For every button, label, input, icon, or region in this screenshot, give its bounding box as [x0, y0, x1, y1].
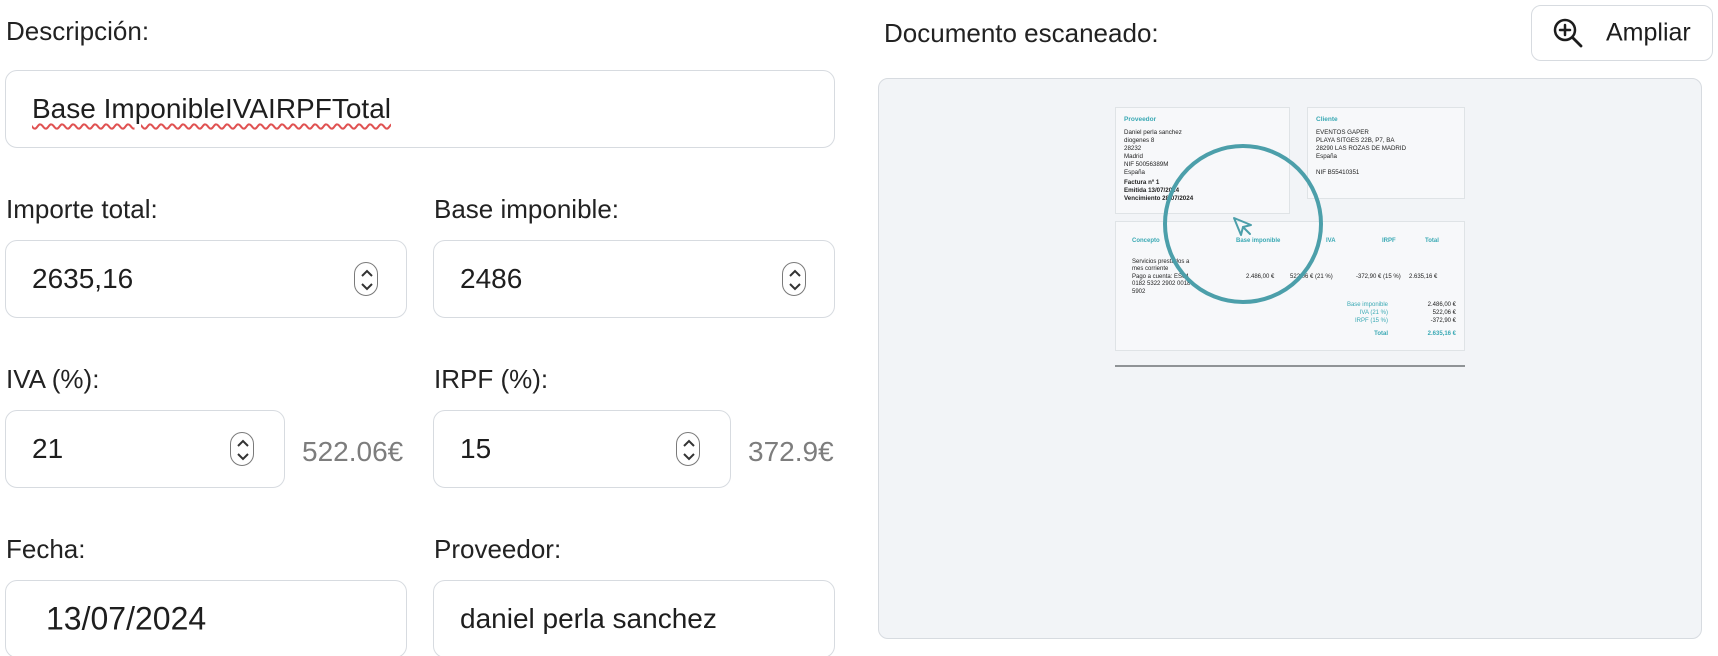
table-header: IVA: [1326, 238, 1336, 244]
iva-value: 21: [32, 433, 64, 464]
irpf-input[interactable]: 15: [433, 410, 731, 488]
proveedor-input[interactable]: daniel perla sanchez: [433, 580, 835, 656]
proveedor-line: NIF 50056389M: [1124, 161, 1169, 168]
zoom-in-icon: [1552, 17, 1584, 49]
mouse-cursor-icon: [1233, 217, 1252, 236]
base-imponible-stepper-icon[interactable]: [782, 262, 806, 296]
scan-title: Documento escaneado:: [884, 18, 1159, 48]
base-imponible-input[interactable]: 2486: [433, 240, 835, 318]
ampliar-label: Ampliar: [1606, 18, 1691, 47]
proveedor-line: 28232: [1124, 145, 1142, 152]
cliente-line: España: [1316, 153, 1337, 160]
summary-label: IRPF (15 %): [1354, 318, 1388, 324]
importe-total-value: 2635,16: [32, 263, 134, 294]
summary-label: Base imponible: [1346, 302, 1388, 308]
row-concept-line: 0182 5322 2902 0018: [1132, 281, 1191, 287]
cliente-heading: Cliente: [1316, 116, 1338, 123]
table-header: Concepto: [1132, 238, 1160, 244]
scanned-document-preview[interactable]: Proveedor Daniel perla sanchez diogenes …: [878, 78, 1702, 639]
proveedor-value: daniel perla sanchez: [460, 603, 717, 634]
table-header: IRPF: [1382, 238, 1396, 244]
summary-value: 2.486,00 €: [1427, 302, 1456, 308]
row-concept-line: 5902: [1132, 289, 1146, 295]
descripcion-input[interactable]: Base ImponibleIVAIRPFTotal: [5, 70, 835, 148]
proveedor-label: Proveedor:: [434, 534, 562, 564]
row-concept-line: mes corriente: [1132, 266, 1169, 272]
irpf-label: IRPF (%):: [434, 364, 549, 394]
irpf-amount: 372.9€: [748, 436, 834, 467]
cliente-line: 28290 LAS ROZAS DE MADRID: [1316, 145, 1407, 152]
irpf-value: 15: [460, 433, 492, 464]
summary-label: Total: [1374, 331, 1388, 337]
summary-value: 522,06 €: [1432, 310, 1456, 316]
row-total: 2.635,16 €: [1409, 274, 1438, 280]
ampliar-button[interactable]: Ampliar: [1531, 5, 1713, 61]
fecha-input[interactable]: 13/07/2024: [5, 580, 407, 656]
summary-value: -372,90 €: [1430, 318, 1456, 324]
cliente-box: Cliente EVENTOS GAPER PLAYA SITGES 22B, …: [1307, 107, 1465, 199]
cliente-line: PLAYA SITGES 22B, P7, BA: [1316, 137, 1395, 144]
proveedor-line: España: [1124, 169, 1145, 176]
importe-total-stepper-icon[interactable]: [354, 262, 378, 296]
fecha-value: 13/07/2024: [46, 600, 207, 637]
table-header: Total: [1425, 238, 1439, 244]
document-divider: [1115, 365, 1465, 367]
cliente-line: NIF B55410351: [1316, 169, 1360, 176]
iva-stepper-icon[interactable]: [230, 432, 254, 466]
row-irpf: -372,90 € (15 %): [1356, 274, 1401, 280]
descripcion-value: Base ImponibleIVAIRPFTotal: [32, 93, 391, 124]
iva-amount: 522.06€: [302, 436, 404, 467]
proveedor-line: diogenes 8: [1124, 137, 1155, 144]
summary-value: 2.635,16 €: [1427, 331, 1456, 337]
cliente-line: EVENTOS GAPER: [1316, 129, 1369, 136]
importe-total-input[interactable]: 2635,16: [5, 240, 407, 318]
proveedor-line: Daniel perla sanchez: [1124, 129, 1182, 136]
iva-label: IVA (%):: [6, 364, 100, 394]
importe-total-label: Importe total:: [6, 194, 158, 224]
proveedor-line: Madrid: [1124, 153, 1143, 160]
base-imponible-value: 2486: [460, 263, 523, 294]
descripcion-label: Descripción:: [6, 16, 150, 46]
proveedor-heading: Proveedor: [1124, 116, 1157, 123]
factura-line: Factura nº 1: [1124, 179, 1160, 186]
irpf-stepper-icon[interactable]: [676, 432, 700, 466]
iva-input[interactable]: 21: [5, 410, 285, 488]
fecha-label: Fecha:: [6, 534, 86, 564]
summary-label: IVA (21 %): [1359, 310, 1388, 316]
base-imponible-label: Base imponible:: [434, 194, 619, 224]
